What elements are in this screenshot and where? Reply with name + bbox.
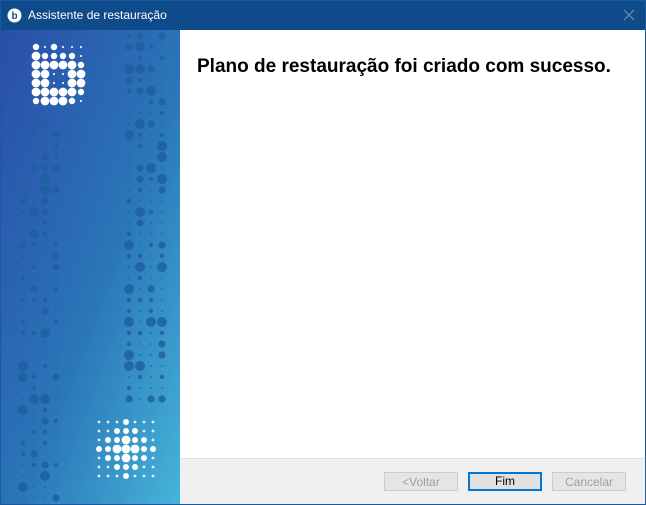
restore-wizard-window: b Assistente de restauração Plano de res… [0,0,646,505]
restore-wizard-app-icon: b [7,8,22,23]
back-button[interactable]: <Voltar [384,472,458,491]
button-bar: <Voltar Fim Cancelar [180,458,645,504]
side-banner [1,30,180,504]
banner-artwork [1,30,180,504]
title-bar[interactable]: b Assistente de restauração [1,1,645,30]
success-headline: Plano de restauração foi criado com suce… [197,56,611,77]
close-icon[interactable] [621,7,637,23]
content-area: Plano de restauração foi criado com suce… [180,30,645,458]
svg-text:b: b [11,11,17,22]
cancel-button[interactable]: Cancelar [552,472,626,491]
finish-button[interactable]: Fim [468,472,542,491]
window-title: Assistente de restauração [28,8,167,22]
